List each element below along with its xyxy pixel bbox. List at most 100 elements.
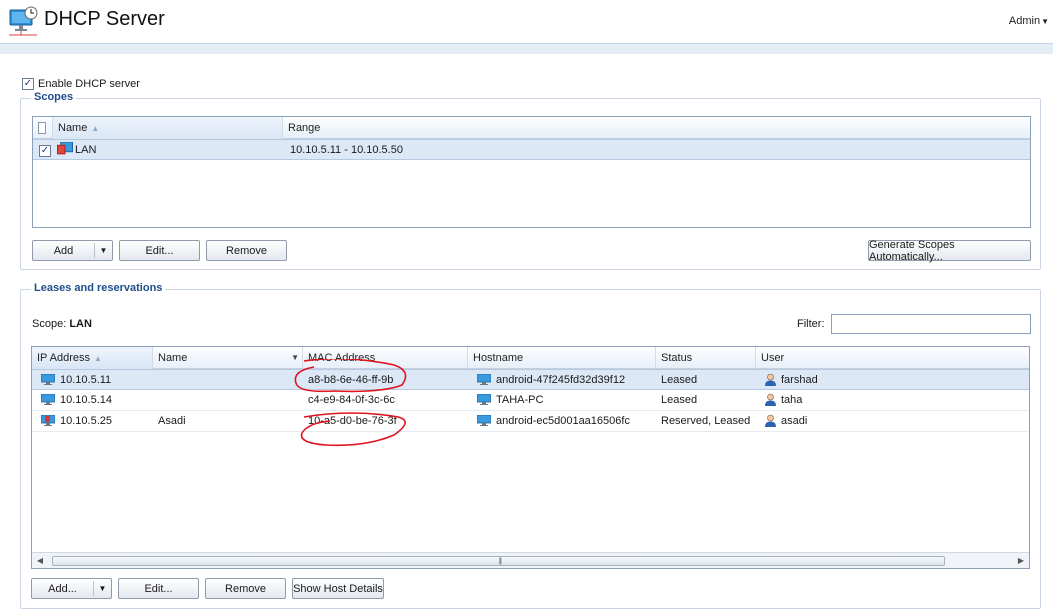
status-column-label: Status [661,352,693,364]
mac-cell: c4-e9-84-0f-3c-6c [308,394,395,406]
name-cell: Asadi [158,415,186,427]
hostname-cell: android-47f245fd32d39f12 [472,370,656,391]
remove-lease-button[interactable]: Remove [205,578,286,599]
add-lease-button[interactable]: Add... ▼ [31,578,112,599]
leases-table-header: IP Address ▲ Name ▼ MAC Address Hostname … [32,347,1029,369]
leases-table: IP Address ▲ Name ▼ MAC Address Hostname … [31,346,1030,569]
ip-cell: 10.10.5.14 [36,390,153,411]
horizontal-scrollbar[interactable]: ◀ ||| ▶ [32,552,1029,568]
hostname-value: android-ec5d001aa16506fc [496,415,630,427]
mac-cell: a8-b8-6e-46-ff-9b [308,374,394,386]
admin-menu[interactable]: Admin▼ [1009,15,1049,27]
computer-icon [477,394,491,405]
scrollbar-thumb[interactable]: ||| [52,556,945,566]
edit-scope-button[interactable]: Edit... [119,240,200,261]
mac-column-label: MAC Address [308,352,376,364]
status-cell: Reserved, Leased [661,415,751,427]
user-cell: farshad [759,370,959,391]
scope-enabled-checkbox[interactable]: ✓ [39,145,51,157]
name-column-label: Name [158,352,188,364]
column-header-user[interactable]: User [756,347,1029,369]
user-value: asadi [781,415,808,427]
scopes-group: Scopes Name ▲ Range ✓ LAN 10.10.5.11 - 1… [20,91,1041,270]
filter-label: Filter: [797,318,825,330]
mac-cell: 10-a5-d0-be-76-3f [308,415,397,427]
page-title: DHCP Server [44,8,165,30]
user-value: farshad [781,374,818,386]
hostname-value: android-47f245fd32d39f12 [496,374,626,386]
status-cell: Leased [661,394,698,406]
check-column-header[interactable] [33,117,53,139]
table-row[interactable]: 10.10.5.25 Asadi 10-a5-d0-be-76-3f andro… [32,411,1029,432]
table-row[interactable]: 10.10.5.14 c4-e9-84-0f-3c-6c TAHA-PC Lea… [32,390,1029,411]
column-header-hostname[interactable]: Hostname [468,347,656,369]
column-header-name[interactable]: Name ▲ [53,117,283,139]
user-value: taha [781,394,803,406]
show-host-details-button[interactable]: Show Host Details [292,578,384,599]
sort-ascending-icon: ▲ [94,354,102,363]
scopes-table: Name ▲ Range ✓ LAN 10.10.5.11 - 10.10.5.5… [32,116,1031,228]
status-cell: Leased [661,374,698,386]
enable-dhcp-checkbox[interactable]: ✓ [22,78,34,90]
hostname-column-label: Hostname [473,352,524,364]
column-header-name[interactable]: Name ▼ [153,347,303,369]
computer-icon [477,415,491,426]
app-header: DHCP Server Admin▼ [0,0,1053,44]
user-column-label: User [761,352,785,364]
scope-name-cell: LAN [53,140,283,161]
filter-input[interactable] [831,314,1031,334]
column-menu-icon[interactable]: ▼ [291,347,299,369]
computer-icon [41,374,55,385]
column-header-ip[interactable]: IP Address ▲ [32,347,153,369]
computer-icon [41,394,55,405]
scope-prefix: Scope: [32,318,67,330]
ip-column-label: IP Address [37,352,90,364]
dhcp-server-icon [9,6,38,36]
admin-menu-label: Admin [1008,15,1041,27]
user-icon [765,373,776,386]
reserved-computer-icon [41,415,55,426]
add-scope-label: Add [53,244,74,257]
name-cell [153,370,303,391]
user-cell: taha [759,390,959,411]
hostname-cell: android-ec5d001aa16506fc [472,411,656,432]
sort-ascending-icon: ▲ [91,124,100,133]
ip-cell: 10.10.5.11 [36,370,153,391]
computer-icon [477,374,491,385]
chevron-down-icon: ▼ [1041,17,1049,26]
ip-cell: 10.10.5.25 [36,411,153,432]
ip-value: 10.10.5.25 [60,415,112,427]
checkbox-column-icon [38,122,46,134]
scope-name: LAN [75,144,97,156]
scroll-left-icon[interactable]: ◀ [32,553,48,568]
scope-value: LAN [69,318,92,330]
scope-range-cell: 10.10.5.11 - 10.10.5.50 [290,144,403,156]
scopes-title: Scopes [31,91,77,103]
column-header-range[interactable]: Range [283,117,1030,139]
enable-dhcp-row[interactable]: ✓ Enable DHCP server [22,78,140,90]
table-row[interactable]: 10.10.5.11 a8-b8-6e-46-ff-9b android-47f… [32,369,1029,390]
scope-checkbox-cell[interactable]: ✓ [35,140,55,161]
enable-dhcp-label: Enable DHCP server [38,78,140,90]
range-column-label: Range [288,122,321,134]
scope-row[interactable]: ✓ LAN 10.10.5.11 - 10.10.5.50 [33,139,1030,160]
name-cell [153,390,303,411]
column-header-status[interactable]: Status [656,347,756,369]
generate-scopes-button[interactable]: Generate Scopes Automatically... [868,239,1031,263]
grip-icon: ||| [498,558,503,565]
hostname-cell: TAHA-PC [472,390,656,411]
hostname-value: TAHA-PC [496,394,544,406]
chevron-down-icon[interactable]: ▼ [94,243,112,258]
leases-title: Leases and reservations [31,282,166,294]
ip-value: 10.10.5.11 [60,374,112,386]
chevron-down-icon[interactable]: ▼ [93,581,111,596]
scopes-table-header: Name ▲ Range [33,117,1030,139]
remove-scope-button[interactable]: Remove [206,240,287,261]
edit-lease-button[interactable]: Edit... [118,578,199,599]
main-content: ✓ Enable DHCP server Scopes Name ▲ Range … [0,44,1053,609]
add-scope-button[interactable]: Add ▼ [32,240,113,261]
scroll-right-icon[interactable]: ▶ [1013,553,1029,568]
column-header-mac[interactable]: MAC Address [303,347,468,369]
user-icon [765,414,776,427]
user-cell: asadi [759,411,959,432]
